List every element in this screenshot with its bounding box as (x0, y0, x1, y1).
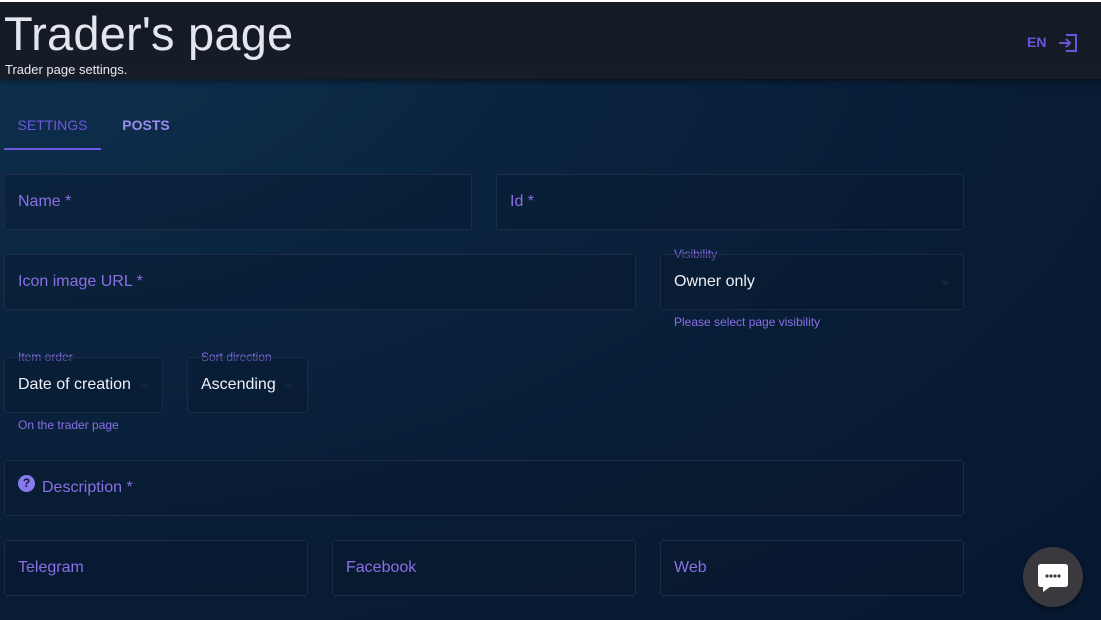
id-field[interactable]: Id * (496, 174, 964, 230)
item-order-helper-text: On the trader page (18, 418, 119, 432)
visibility-value: Owner only (674, 273, 755, 290)
telegram-field[interactable]: Telegram (4, 540, 308, 596)
item-order-select[interactable]: Date of creation (4, 357, 163, 413)
tab-settings[interactable]: SETTINGS (4, 105, 101, 149)
item-order-value: Date of creation (18, 376, 131, 393)
logout-icon[interactable] (1057, 32, 1079, 54)
web-field-label: Web (674, 559, 707, 576)
chat-button[interactable] (1023, 547, 1083, 607)
visibility-helper-text: Please select page visibility (674, 315, 821, 329)
language-button[interactable]: EN (1027, 34, 1046, 50)
description-field-label: Description * (42, 479, 133, 496)
facebook-field[interactable]: Facebook (332, 540, 636, 596)
sort-direction-value: Ascending (201, 376, 276, 393)
icon-url-field-label: Icon image URL * (18, 273, 143, 290)
chat-icon (1038, 564, 1068, 592)
icon-url-field[interactable]: Icon image URL * (4, 254, 636, 310)
app-root: Trader's page Trader page settings. EN S… (0, 0, 1101, 620)
id-field-label: Id * (510, 193, 535, 210)
web-field[interactable]: Web (660, 540, 964, 596)
chevron-down-icon (284, 384, 294, 389)
page-title: Trader's page (4, 7, 294, 60)
name-field-label: Name * (18, 193, 72, 210)
chevron-down-icon (940, 281, 950, 286)
active-tab-indicator (4, 148, 101, 150)
question-icon[interactable]: ? (18, 475, 35, 492)
page-subtitle: Trader page settings. (5, 62, 128, 77)
top-bar: Trader's page Trader page settings. EN (0, 0, 1101, 79)
name-field[interactable]: Name * (4, 174, 472, 230)
chevron-down-icon (140, 384, 150, 389)
description-field[interactable]: ? Description * (4, 460, 964, 516)
tab-posts[interactable]: POSTS (113, 105, 179, 149)
facebook-field-label: Facebook (346, 559, 417, 576)
sort-direction-select[interactable]: Ascending (187, 357, 308, 413)
telegram-field-label: Telegram (18, 559, 84, 576)
visibility-select[interactable]: Owner only (660, 254, 964, 310)
